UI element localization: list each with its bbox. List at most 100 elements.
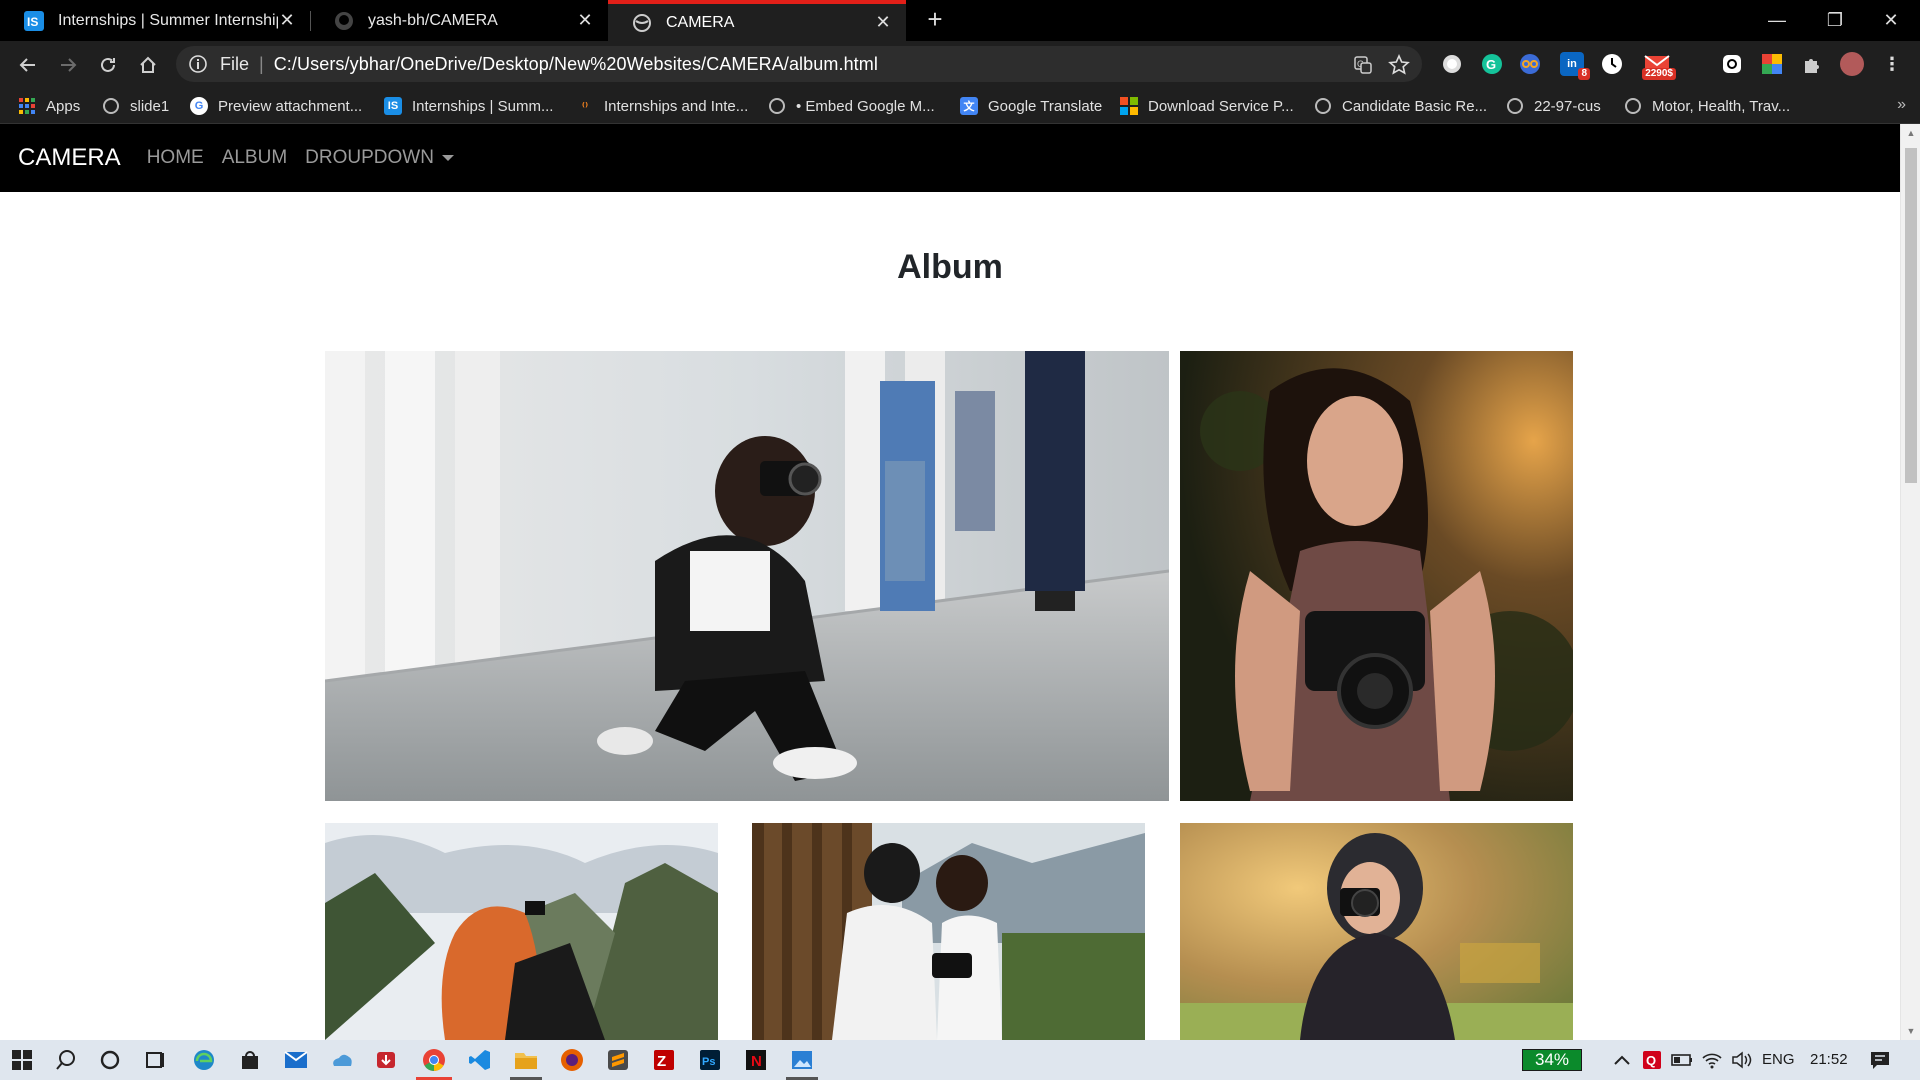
chrome-icon[interactable] <box>420 1046 448 1074</box>
page-title: Album <box>897 248 1003 286</box>
bookmark-star-icon[interactable] <box>1388 54 1410 76</box>
circle-extension-icon[interactable] <box>1440 52 1464 76</box>
bookmark-motor-health[interactable]: Motor, Health, Trav... <box>1624 95 1790 117</box>
vscode-icon[interactable] <box>466 1046 494 1074</box>
bookmark-label: slide1 <box>130 97 170 115</box>
netflix-icon[interactable]: N <box>742 1046 770 1074</box>
reload-icon <box>101 57 115 72</box>
bookmark-slide1[interactable]: slide1 <box>102 95 169 117</box>
downloader-icon[interactable] <box>372 1046 400 1074</box>
battery-indicator[interactable]: 34% <box>1522 1049 1582 1071</box>
bookmark-22-97-cus[interactable]: 22-97-cus <box>1506 95 1601 117</box>
forward-arrow-icon <box>61 58 77 72</box>
weather-icon[interactable] <box>328 1046 356 1074</box>
browser-toolbar: File | C:/Users/ybhar/OneDrive/Desktop/N… <box>0 41 1920 88</box>
globe-icon <box>102 97 120 115</box>
nav-album-link[interactable]: ALBUM <box>222 147 287 169</box>
store-icon[interactable] <box>236 1046 264 1074</box>
redhead-photographer-mountains-photo[interactable] <box>325 823 718 1040</box>
bookmark-apps[interactable]: Apps <box>18 95 80 117</box>
reload-button[interactable] <box>92 49 124 81</box>
nav-dropdown-toggle[interactable]: DROUPDOWN <box>305 147 454 169</box>
color-extension-icon[interactable] <box>1760 52 1784 76</box>
bookmark-download-service[interactable]: Download Service P... <box>1120 95 1294 117</box>
close-tab-icon[interactable]: ✕ <box>874 12 892 33</box>
wifi-icon[interactable] <box>1698 1046 1726 1074</box>
internshala-icon: IS <box>24 10 44 31</box>
gmail-icon[interactable]: 2290$ <box>1640 52 1676 80</box>
page-viewport: CAMERA HOME ALBUM DROUPDOWN Album <box>0 124 1900 1040</box>
start-button[interactable] <box>8 1046 36 1074</box>
clock-extension-icon[interactable] <box>1600 52 1624 76</box>
bookmark-google-translate[interactable]: 文 Google Translate <box>960 95 1102 117</box>
quick-heal-icon[interactable]: Q <box>1638 1046 1666 1074</box>
tab-title: yash-bh/CAMERA <box>368 11 498 29</box>
notifications-icon[interactable] <box>1866 1046 1894 1074</box>
info-icon <box>189 55 207 73</box>
bookmark-label: 22-97-cus <box>1534 97 1601 115</box>
couple-with-camera-photo[interactable] <box>752 823 1145 1040</box>
firefox-icon[interactable] <box>558 1046 586 1074</box>
tab-github[interactable]: yash-bh/CAMERA ✕ <box>310 0 608 41</box>
bookmark-internships[interactable]: IS Internships | Summ... <box>384 95 553 117</box>
address-bar[interactable]: File | C:/Users/ybhar/OneDrive/Desktop/N… <box>176 46 1422 82</box>
globe-icon <box>1506 97 1524 115</box>
woman-with-nikon-camera-photo[interactable] <box>1180 351 1573 801</box>
battery-icon[interactable] <box>1668 1046 1696 1074</box>
bookmark-label: Internships | Summ... <box>412 97 554 115</box>
close-window-button[interactable]: ✕ <box>1862 0 1920 41</box>
scroll-down-arrow-icon[interactable]: ▼ <box>1906 1026 1916 1036</box>
caret-down-icon <box>441 154 454 161</box>
clock-time[interactable]: 21:52 <box>1810 1051 1848 1068</box>
sublime-text-icon[interactable] <box>604 1046 632 1074</box>
translate-icon[interactable]: G <box>1352 54 1374 76</box>
nav-home-link[interactable]: HOME <box>147 147 204 169</box>
photos-icon[interactable] <box>788 1046 816 1074</box>
glasses-extension-icon[interactable] <box>1518 52 1542 76</box>
woman-kneeling-photographer-photo[interactable] <box>325 351 1169 801</box>
apps-grid-icon <box>18 97 36 115</box>
tab-camera[interactable]: CAMERA ✕ <box>608 0 906 41</box>
gmail-badge: 2290$ <box>1642 68 1676 80</box>
cortana-icon[interactable] <box>96 1046 124 1074</box>
profile-avatar-icon[interactable] <box>1840 52 1864 76</box>
task-view-icon[interactable] <box>142 1046 170 1074</box>
tab-internships[interactable]: IS Internships | Summer Internship ✕ <box>0 0 310 41</box>
linkedin-icon[interactable]: in 8 <box>1560 52 1590 80</box>
mail-icon[interactable] <box>282 1046 310 1074</box>
bookmark-candidate-basic[interactable]: Candidate Basic Re... <box>1314 95 1487 117</box>
close-tab-icon[interactable]: ✕ <box>576 10 594 31</box>
file-explorer-icon[interactable] <box>512 1046 540 1074</box>
show-hidden-icons-chevron-icon[interactable] <box>1608 1046 1636 1074</box>
site-brand[interactable]: CAMERA <box>18 144 121 172</box>
woman-hijab-camera-photo[interactable] <box>1180 823 1573 1040</box>
tab-strip: IS Internships | Summer Internship ✕ yas… <box>0 0 1920 41</box>
close-tab-icon[interactable]: ✕ <box>278 10 296 31</box>
home-button[interactable] <box>132 49 164 81</box>
edge-icon[interactable] <box>190 1046 218 1074</box>
new-tab-button[interactable]: + <box>920 5 950 35</box>
back-button[interactable] <box>12 49 44 81</box>
volume-icon[interactable] <box>1728 1046 1756 1074</box>
more-menu-icon[interactable]: ⋮ <box>1880 52 1904 76</box>
filezilla-icon[interactable]: Z <box>650 1046 678 1074</box>
grammarly-icon[interactable]: G <box>1480 52 1504 76</box>
scroll-up-arrow-icon[interactable]: ▲ <box>1906 128 1916 138</box>
bookmark-preview-attachment[interactable]: G Preview attachment... <box>190 95 362 117</box>
scrollbar-thumb[interactable] <box>1905 148 1917 483</box>
url-text[interactable]: C:/Users/ybhar/OneDrive/Desktop/New%20We… <box>274 54 878 75</box>
svg-text:Z: Z <box>657 1053 666 1070</box>
instagram-icon[interactable] <box>1720 52 1744 76</box>
restore-button[interactable]: ❐ <box>1806 0 1864 41</box>
puzzle-icon[interactable] <box>1800 52 1824 76</box>
language-indicator[interactable]: ENG <box>1762 1051 1795 1068</box>
bookmark-internships-and-inte[interactable]: ⁽⁾ Internships and Inte... <box>576 95 748 117</box>
forward-button[interactable] <box>52 49 84 81</box>
bookmarks-overflow-button[interactable]: » <box>1897 96 1906 114</box>
minimize-button[interactable]: — <box>1748 0 1806 41</box>
bookmark-embed-google[interactable]: • Embed Google M... <box>768 95 935 117</box>
scheme-divider: | <box>259 53 264 74</box>
page-scrollbar[interactable]: ▲ ▼ <box>1900 124 1920 1040</box>
photoshop-icon[interactable]: Ps <box>696 1046 724 1074</box>
search-icon[interactable] <box>52 1046 80 1074</box>
